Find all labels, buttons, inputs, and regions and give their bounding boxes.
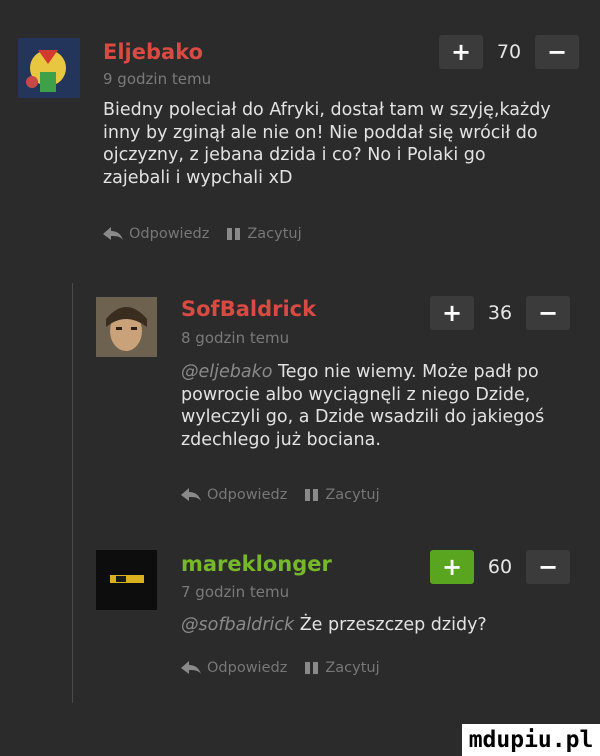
reply-label: Odpowiedz — [207, 660, 288, 676]
avatar[interactable] — [96, 550, 157, 610]
vote-widget: + 60 − — [430, 550, 570, 584]
quote-label: Zacytuj — [325, 660, 380, 676]
reply-button[interactable]: Odpowiedz — [181, 660, 287, 676]
watermark: mdupiu.pl — [462, 724, 600, 756]
reply-arrow-icon — [181, 661, 201, 674]
avatar-image — [96, 550, 157, 610]
upvote-button[interactable]: + — [430, 550, 474, 584]
vote-count: 60 — [487, 556, 513, 578]
comment-mareklonger: mareklonger 7 godzin temu + 60 − @sofbal… — [0, 0, 600, 700]
comment-actions: Odpowiedz Zacytuj — [181, 660, 380, 676]
quote-button[interactable]: Zacytuj — [305, 660, 380, 676]
mention-link[interactable]: @sofbaldrick — [181, 615, 294, 635]
username[interactable]: mareklonger — [181, 552, 332, 576]
downvote-button[interactable]: − — [526, 550, 570, 584]
comment-text: @sofbaldrick Że przeszczep dzidy? — [181, 614, 581, 637]
comment-body: Że przeszczep dzidy? — [299, 615, 487, 635]
quote-icon — [305, 662, 319, 674]
timestamp: 7 godzin temu — [181, 583, 290, 601]
